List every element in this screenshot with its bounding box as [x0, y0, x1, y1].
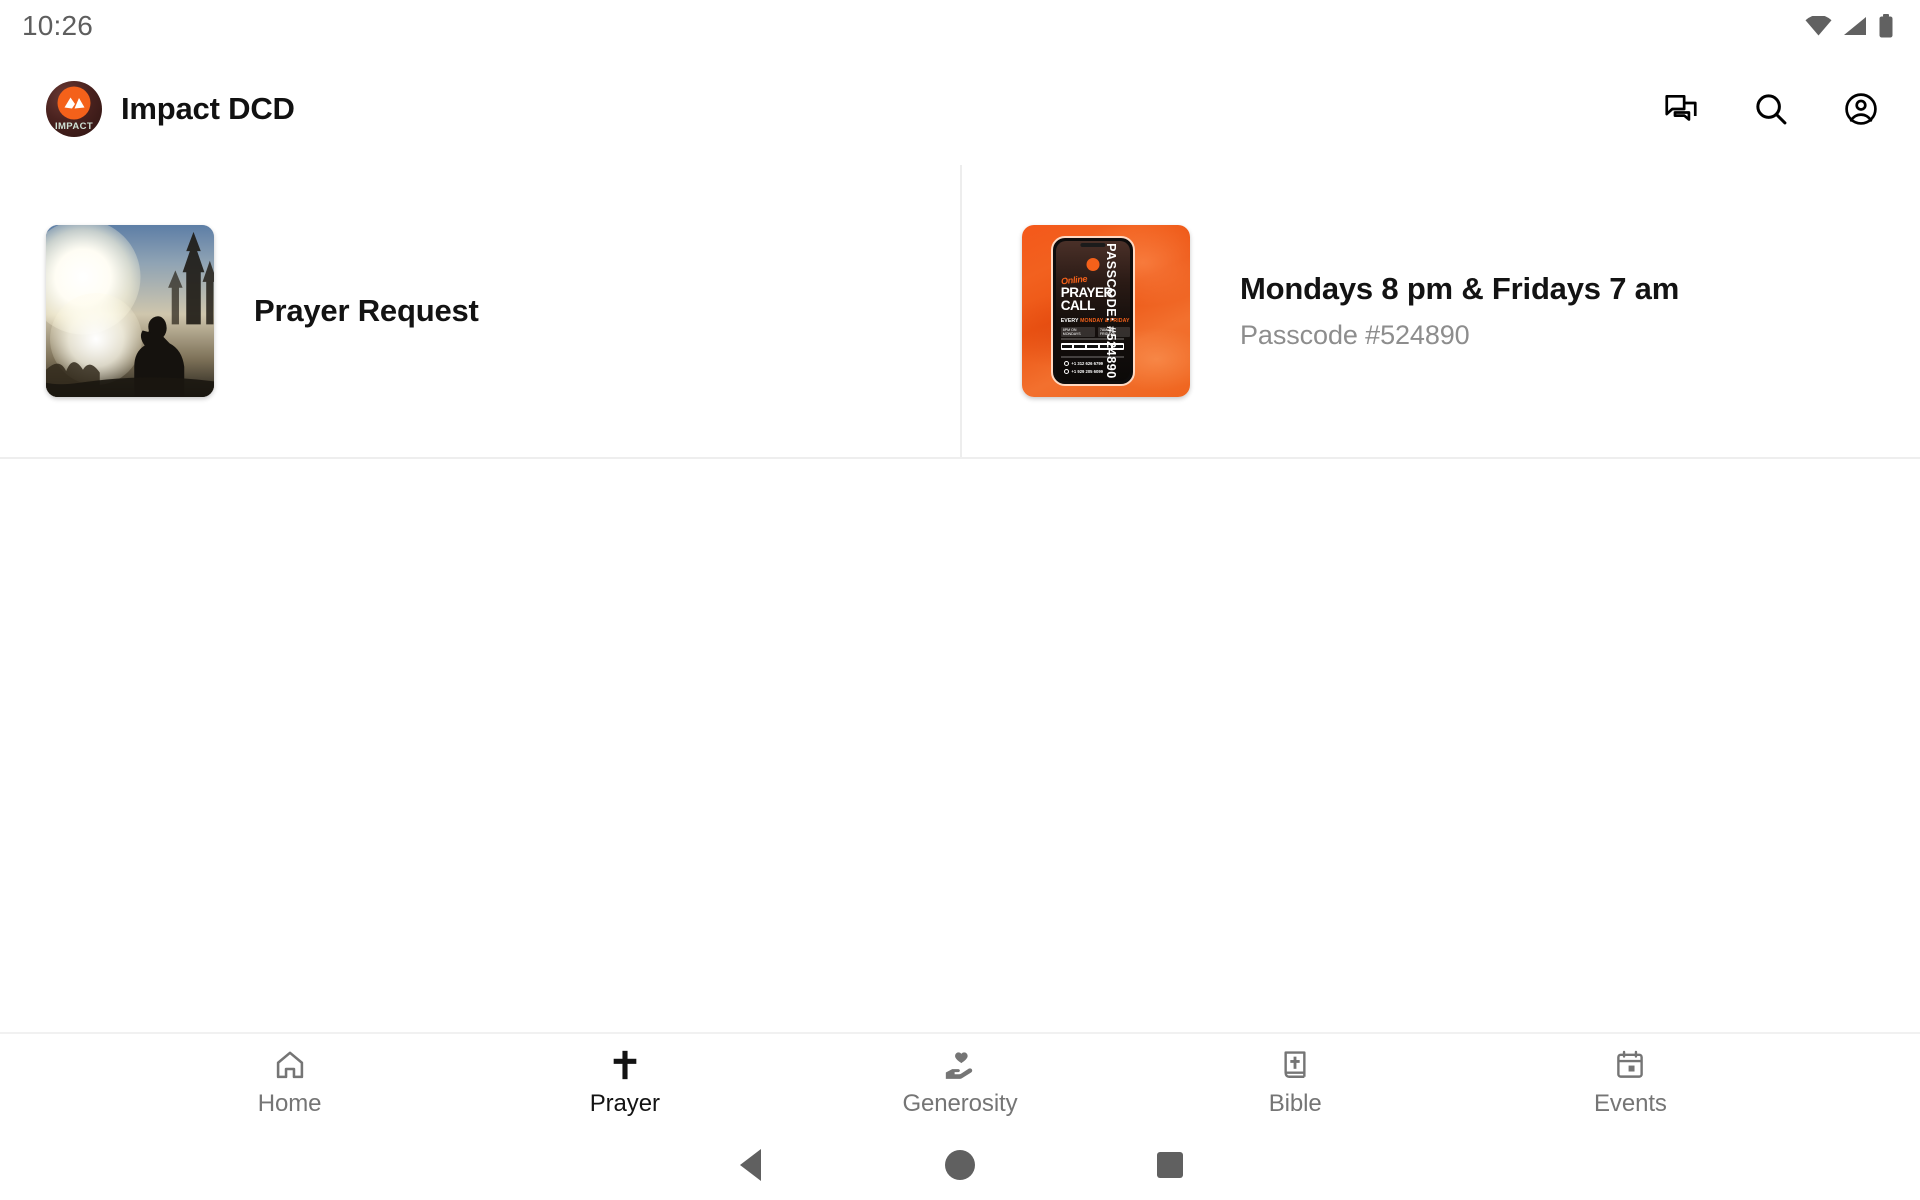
nav-item-bible[interactable]: Bible: [1128, 1034, 1463, 1130]
status-indicators: [1805, 14, 1894, 38]
tile-title: Prayer Request: [254, 292, 479, 328]
nav-item-prayer[interactable]: Prayer: [457, 1034, 792, 1130]
system-home-button[interactable]: [855, 1130, 1065, 1200]
flyer-phone-mockup: Online PRAYER CALL EVERY MONDAY & FRIDAY…: [1050, 236, 1135, 386]
prayer-request-thumbnail: [46, 225, 214, 397]
logo-mountain-icon: [57, 86, 91, 120]
flyer-phone-1: +1 312 626 6799: [1071, 361, 1103, 367]
app-bar: IMPACT Impact DCD: [0, 52, 1920, 165]
flyer-phone-2: +1 929 205 6099: [1071, 368, 1103, 374]
search-icon: [1752, 90, 1790, 128]
messages-button[interactable]: [1658, 86, 1704, 132]
home-icon: [273, 1048, 307, 1082]
app-bar-actions: [1658, 86, 1884, 132]
battery-icon: [1878, 14, 1894, 38]
wifi-icon: [1805, 16, 1832, 36]
nav-label: Generosity: [902, 1090, 1018, 1117]
prayer-call-thumbnail: Online PRAYER CALL EVERY MONDAY & FRIDAY…: [1022, 225, 1190, 397]
flyer-online-text: Online: [1061, 273, 1089, 287]
system-recents-button[interactable]: [1065, 1130, 1275, 1200]
system-back-button[interactable]: [645, 1130, 855, 1200]
logo-wordmark: IMPACT: [54, 120, 94, 132]
android-system-navigation: [0, 1130, 1920, 1200]
nav-label: Prayer: [589, 1090, 660, 1117]
status-bar: 10:26: [0, 0, 1920, 52]
tile-text-block: Mondays 8 pm & Fridays 7 am Passcode #52…: [1190, 270, 1679, 353]
nav-label: Events: [1594, 1090, 1667, 1117]
bible-book-icon: [1278, 1048, 1312, 1082]
tile-prayer-request[interactable]: Prayer Request: [0, 165, 960, 457]
flyer-every-text: EVERY: [1060, 317, 1079, 324]
volunteer-hand-heart-icon: [943, 1048, 977, 1082]
nav-item-generosity[interactable]: Generosity: [792, 1034, 1127, 1130]
nav-item-home[interactable]: Home: [122, 1034, 457, 1130]
nav-label: Home: [257, 1090, 322, 1117]
prayer-tiles: Prayer Request Online PRAYER CALL EVERY …: [0, 165, 1920, 459]
status-clock: 10:26: [22, 10, 94, 41]
flyer-passcode-vertical: PASSCODE: #524890: [1103, 243, 1118, 379]
tile-prayer-call[interactable]: Online PRAYER CALL EVERY MONDAY & FRIDAY…: [960, 165, 1920, 457]
app-brand[interactable]: IMPACT Impact DCD: [46, 80, 295, 137]
account-button[interactable]: [1838, 86, 1884, 132]
app-title: Impact DCD: [121, 90, 295, 126]
bottom-navigation: Home Prayer Generosity Bible Events: [0, 1032, 1920, 1130]
nav-item-events[interactable]: Events: [1463, 1034, 1798, 1130]
impact-logo-icon: IMPACT: [46, 80, 102, 137]
flyer-time-badge-1: 8PM ON MONDAYS: [1060, 327, 1095, 338]
cross-icon: [608, 1048, 642, 1082]
app-screen: 10:26 IMPACT Impact DCD Prayer Request O…: [0, 0, 1920, 1200]
recents-square-icon: [1157, 1152, 1183, 1178]
content-area: Prayer Request Online PRAYER CALL EVERY …: [0, 165, 1920, 1032]
home-circle-icon: [945, 1150, 975, 1180]
cellular-signal-icon: [1843, 16, 1867, 36]
tile-subtitle: Passcode #524890: [1240, 319, 1470, 350]
tile-title: Mondays 8 pm & Fridays 7 am: [1240, 270, 1680, 306]
search-button[interactable]: [1748, 86, 1794, 132]
tile-text-block: Prayer Request: [214, 292, 479, 331]
account-icon: [1842, 90, 1880, 128]
calendar-icon: [1613, 1048, 1647, 1082]
back-triangle-icon: [739, 1149, 761, 1181]
nav-label: Bible: [1268, 1090, 1322, 1117]
messages-icon: [1662, 90, 1700, 128]
